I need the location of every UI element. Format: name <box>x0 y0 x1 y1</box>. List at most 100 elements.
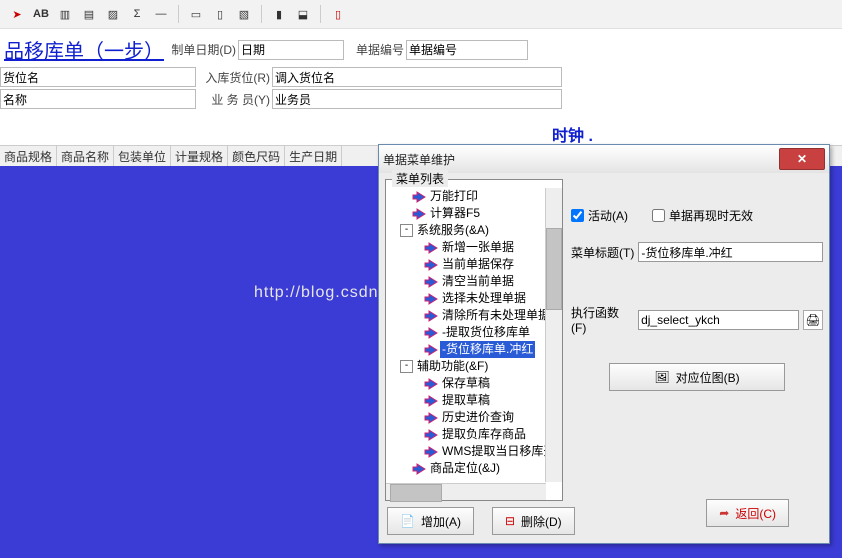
tree-item-label: 商品定位(&J) <box>428 460 502 477</box>
tool-rect2-icon[interactable]: ▯ <box>209 3 231 25</box>
arrow-icon <box>412 462 426 476</box>
active-checkbox[interactable]: 活动(A) <box>571 207 628 224</box>
return-button[interactable]: ➦ 返回(C) <box>706 499 789 527</box>
tree-item[interactable]: 清空当前单据 <box>388 273 560 290</box>
tree-item[interactable]: -货位移库单.冲红 <box>388 341 560 358</box>
tree-hscrollbar[interactable] <box>386 483 546 500</box>
make-date-input[interactable] <box>238 40 344 60</box>
tool-dash-icon[interactable]: — <box>150 3 172 25</box>
arrow-icon <box>424 394 438 408</box>
tool-ab-icon[interactable]: AB <box>30 3 52 25</box>
in-loc-input[interactable] <box>272 67 562 87</box>
bitmap-button[interactable]: 🖼 对应位图(B) <box>609 363 785 391</box>
tree-item[interactable]: 提取草稿 <box>388 392 560 409</box>
tool-rect1-icon[interactable]: ▭ <box>185 3 207 25</box>
menu-title-label: 菜单标题(T) <box>571 244 634 261</box>
tree-item-label: 万能打印 <box>428 188 480 205</box>
return-icon: ➦ <box>719 506 729 520</box>
arrow-icon <box>424 428 438 442</box>
tree-item-label: 历史进价查询 <box>440 409 516 426</box>
dialog-right-pane: 活动(A) 单据再现时无效 菜单标题(T) 执行函数(F) 🖨 🖼 对应位图(B… <box>571 179 823 535</box>
tree-item-label: 新增一张单据 <box>440 239 516 256</box>
tree-item[interactable]: 万能打印 <box>388 188 560 205</box>
tree-item[interactable]: 历史进价查询 <box>388 409 560 426</box>
delete-icon: ⊟ <box>505 514 515 528</box>
tool-image-icon[interactable]: ▧ <box>233 3 255 25</box>
tree-item[interactable]: 选择未处理单据 <box>388 290 560 307</box>
add-button[interactable]: 📄增加(A) <box>387 507 474 535</box>
menu-maintain-dialog: 单据菜单维护 ✕ 菜单列表 万能打印计算器F5-系统服务(&A)新增一张单据当前… <box>378 144 830 544</box>
make-date-label: 制单日期(D) <box>168 41 238 58</box>
tree-item[interactable]: -系统服务(&A) <box>388 222 560 239</box>
tool-table-icon[interactable]: ▤ <box>78 3 100 25</box>
bill-no-label: 单据编号 <box>348 41 406 58</box>
clerk-label: 业 务 员(Y) <box>196 91 272 108</box>
close-icon[interactable]: ✕ <box>779 148 825 170</box>
tree-item[interactable]: 提取负库存商品 <box>388 426 560 443</box>
tool-sigma-icon[interactable]: Σ <box>126 3 148 25</box>
arrow-icon <box>412 207 426 221</box>
tool-calc-icon[interactable]: ▯ <box>327 3 349 25</box>
bill-no-input[interactable] <box>406 40 528 60</box>
tree-expand-icon[interactable]: - <box>400 360 413 373</box>
arrow-icon <box>424 241 438 255</box>
tool-bar-icon[interactable]: ▮ <box>268 3 290 25</box>
tree-item[interactable]: 新增一张单据 <box>388 239 560 256</box>
name-input[interactable] <box>0 89 196 109</box>
arrow-icon <box>424 275 438 289</box>
arrow-icon <box>424 343 438 357</box>
tree-item[interactable]: -辅助功能(&F) <box>388 358 560 375</box>
tree-item[interactable]: -提取货位移库单 <box>388 324 560 341</box>
column-header[interactable]: 生产日期 <box>285 146 342 166</box>
menu-tree: 菜单列表 万能打印计算器F5-系统服务(&A)新增一张单据当前单据保存清空当前单… <box>385 179 563 501</box>
tree-item[interactable]: WMS提取当日移库开单 <box>388 443 560 460</box>
arrow-icon <box>424 309 438 323</box>
tree-item-label: 计算器F5 <box>428 205 482 222</box>
tree-caption: 菜单列表 <box>392 170 448 187</box>
tool-chart-icon[interactable]: ▥ <box>54 3 76 25</box>
clerk-input[interactable] <box>272 89 562 109</box>
tree-item-label: WMS提取当日移库开单 <box>440 443 560 460</box>
column-header[interactable]: 包装单位 <box>114 146 171 166</box>
tree-vscrollbar[interactable] <box>545 188 562 482</box>
arrow-icon <box>424 326 438 340</box>
clock-label: 时钟 . <box>552 122 593 146</box>
exec-fn-label: 执行函数(F) <box>571 304 634 335</box>
tree-item[interactable]: 计算器F5 <box>388 205 560 222</box>
menu-title-input[interactable] <box>638 242 823 262</box>
column-header[interactable]: 商品名称 <box>57 146 114 166</box>
tree-expand-icon[interactable]: - <box>400 224 413 237</box>
exec-fn-picker-icon[interactable]: 🖨 <box>803 310 823 330</box>
tree-item[interactable]: 保存草稿 <box>388 375 560 392</box>
tool-gear-icon[interactable]: ⬓ <box>292 3 314 25</box>
tool-area-icon[interactable]: ▨ <box>102 3 124 25</box>
tree-item[interactable]: 当前单据保存 <box>388 256 560 273</box>
loc-name-input[interactable] <box>0 67 196 87</box>
main-toolbar: ➤ AB ▥ ▤ ▨ Σ — ▭ ▯ ▧ ▮ ⬓ ▯ <box>0 0 842 29</box>
tree-item-label: -货位移库单.冲红 <box>440 341 535 358</box>
column-header[interactable]: 计量规格 <box>171 146 228 166</box>
invalid-checkbox[interactable]: 单据再现时无效 <box>652 207 753 224</box>
tree-item-label: 清空当前单据 <box>440 273 516 290</box>
tree-item-label: 当前单据保存 <box>440 256 516 273</box>
arrow-icon <box>424 258 438 272</box>
arrow-icon <box>412 190 426 204</box>
add-icon: 📄 <box>400 514 415 528</box>
in-loc-label: 入库货位(R) <box>196 69 272 86</box>
arrow-icon <box>424 377 438 391</box>
tree-item-label: 保存草稿 <box>440 375 492 392</box>
tool-arrow-icon[interactable]: ➤ <box>6 3 28 25</box>
tree-item-label: -提取货位移库单 <box>440 324 532 341</box>
delete-button[interactable]: ⊟删除(D) <box>492 507 575 535</box>
tree-item-label: 清除所有未处理单据 <box>440 307 552 324</box>
tree-item[interactable]: 清除所有未处理单据 <box>388 307 560 324</box>
tree-item[interactable]: 商品定位(&J) <box>388 460 560 477</box>
tree-item-label: 选择未处理单据 <box>440 290 528 307</box>
bitmap-icon: 🖼 <box>654 370 669 384</box>
arrow-icon <box>424 292 438 306</box>
exec-fn-input[interactable] <box>638 310 799 330</box>
column-header[interactable]: 商品规格 <box>0 146 57 166</box>
tree-item-label: 提取草稿 <box>440 392 492 409</box>
column-header[interactable]: 颜色尺码 <box>228 146 285 166</box>
page-title: 品移库单（一步） <box>0 33 168 66</box>
